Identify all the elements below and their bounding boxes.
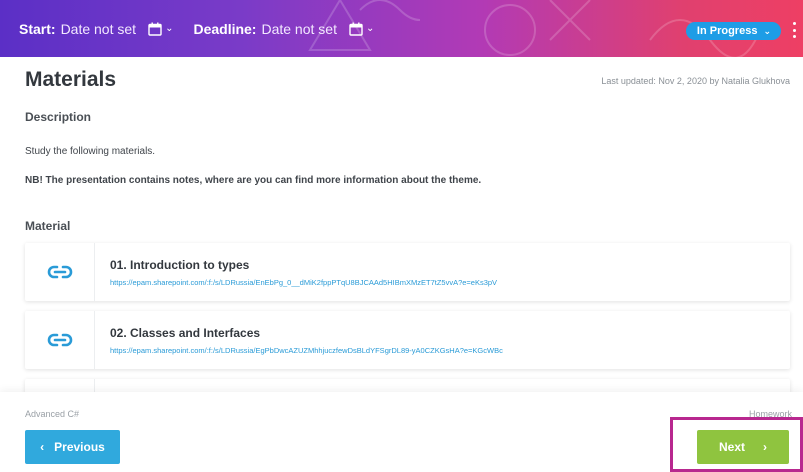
page-title: Materials <box>25 68 117 91</box>
status-dropdown[interactable]: In Progress ⌄ <box>685 22 781 40</box>
next-module-label: Homework <box>748 409 792 419</box>
start-date-picker[interactable]: Start: Date not set ⌄ <box>19 21 193 37</box>
footer-nav: Advanced C# Homework ‹ Previous Next › <box>0 392 803 472</box>
prev-module-label: Advanced C# <box>25 409 80 419</box>
previous-label: Previous <box>54 440 105 454</box>
next-button[interactable]: Next › <box>697 430 789 464</box>
deadline-picker[interactable]: Deadline: Date not set ⌄ <box>193 21 394 37</box>
description-heading: Description <box>25 110 92 124</box>
calendar-icon[interactable] <box>349 22 363 36</box>
status-label: In Progress <box>696 25 758 37</box>
chevron-right-icon: › <box>763 440 767 454</box>
material-title: 01. Introduction to types <box>110 258 250 272</box>
link-icon <box>25 311 95 369</box>
start-value: Date not set <box>60 20 137 37</box>
material-card[interactable]: 02. Classes and Interfaces https://epam.… <box>25 311 790 369</box>
deadline-value: Date not set <box>261 20 337 37</box>
calendar-icon[interactable] <box>148 22 162 36</box>
previous-button[interactable]: ‹ Previous <box>25 430 120 464</box>
chevron-down-icon[interactable]: ⌄ <box>165 23 173 34</box>
last-updated: Last updated: Nov 2, 2020 by Natalia Glu… <box>601 76 790 86</box>
material-title: 02. Classes and Interfaces <box>110 326 261 340</box>
chevron-left-icon: ‹ <box>40 440 45 454</box>
header-decoration <box>484 0 591 56</box>
chevron-down-icon[interactable]: ⌄ <box>366 23 374 34</box>
link-icon <box>25 243 95 301</box>
task-header: Start: Date not set ⌄ Deadline: Date not… <box>0 0 803 57</box>
chevron-down-icon: ⌄ <box>763 25 771 36</box>
next-label: Next <box>718 440 745 454</box>
kebab-menu-icon[interactable] <box>791 22 797 38</box>
deadline-label: Deadline: <box>193 20 257 37</box>
material-heading: Material <box>25 219 71 233</box>
material-card[interactable]: 01. Introduction to types https://epam.s… <box>25 243 790 301</box>
description-note: NB! The presentation contains notes, whe… <box>25 175 482 186</box>
description-text: Study the following materials. <box>25 146 156 157</box>
app-frame: Start: Date not set ⌄ Deadline: Date not… <box>0 0 803 472</box>
start-label: Start: <box>19 20 56 37</box>
material-link[interactable]: https://epam.sharepoint.com/:f:/s/LDRuss… <box>110 278 497 287</box>
material-link[interactable]: https://epam.sharepoint.com/:f:/s/LDRuss… <box>110 346 503 355</box>
